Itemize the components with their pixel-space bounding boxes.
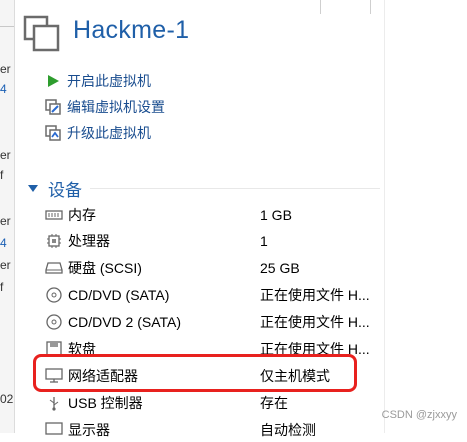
device-value: 自动检测 bbox=[260, 422, 316, 438]
devices-section-header[interactable]: 设备 bbox=[28, 176, 82, 201]
virtual-machine-icon bbox=[23, 15, 60, 52]
device-row-usb-controller[interactable]: USB 控制器 存在 bbox=[44, 391, 384, 415]
panel-divider bbox=[384, 0, 385, 433]
usb-icon bbox=[44, 395, 64, 411]
device-row-cd-dvd[interactable]: CD/DVD (SATA) 正在使用文件 H... bbox=[44, 283, 384, 307]
devices-section-title: 设备 bbox=[48, 181, 82, 200]
device-name: 显示器 bbox=[68, 422, 110, 438]
upgrade-vm-link[interactable]: 升级此虚拟机 bbox=[44, 123, 151, 143]
left-strip-fragment: 4 bbox=[0, 236, 7, 250]
device-row-harddisk[interactable]: 硬盘 (SCSI) 25 GB bbox=[44, 256, 384, 280]
device-row-memory[interactable]: 内存 1 GB bbox=[44, 203, 384, 227]
cd-dvd-icon bbox=[44, 287, 64, 303]
device-value: 正在使用文件 H... bbox=[260, 287, 370, 303]
device-value: 存在 bbox=[260, 395, 288, 411]
upgrade-vm-label: 升级此虚拟机 bbox=[67, 125, 151, 141]
left-strip-fragment: er bbox=[0, 62, 11, 76]
left-strip-fragment: 02 bbox=[0, 392, 14, 406]
device-name: USB 控制器 bbox=[68, 395, 143, 411]
device-row-cd-dvd-2[interactable]: CD/DVD 2 (SATA) 正在使用文件 H... bbox=[44, 310, 384, 334]
floppy-icon bbox=[44, 341, 64, 357]
left-strip-fragment: f bbox=[0, 280, 4, 294]
device-name: CD/DVD (SATA) bbox=[68, 287, 170, 303]
network-adapter-icon bbox=[44, 368, 64, 384]
device-name: 处理器 bbox=[68, 233, 110, 249]
edit-vm-settings-link[interactable]: 编辑虚拟机设置 bbox=[44, 97, 165, 117]
device-value: 仅主机模式 bbox=[260, 368, 330, 384]
device-name: 软盘 bbox=[68, 341, 96, 357]
left-strip-fragment: er bbox=[0, 258, 11, 272]
left-strip-fragment: f bbox=[0, 168, 4, 182]
cpu-icon bbox=[44, 233, 64, 249]
edit-vm-settings-label: 编辑虚拟机设置 bbox=[67, 99, 165, 115]
device-value: 正在使用文件 H... bbox=[260, 314, 370, 330]
edit-settings-icon bbox=[44, 98, 62, 116]
vm-title: Hackme-1 bbox=[73, 16, 190, 44]
left-strip-fragment: 4 bbox=[0, 82, 7, 96]
device-row-network-adapter[interactable]: 网络适配器 仅主机模式 bbox=[44, 364, 384, 388]
memory-icon bbox=[44, 207, 64, 223]
harddisk-icon bbox=[44, 260, 64, 276]
cd-dvd-icon bbox=[44, 314, 64, 330]
device-name: 硬盘 (SCSI) bbox=[68, 260, 142, 276]
device-name: 内存 bbox=[68, 207, 96, 223]
device-value: 1 bbox=[260, 233, 268, 249]
device-row-monitor[interactable]: 显示器 自动检测 bbox=[44, 418, 384, 442]
upgrade-icon bbox=[44, 124, 62, 142]
device-value: 25 GB bbox=[260, 260, 300, 276]
device-name: CD/DVD 2 (SATA) bbox=[68, 314, 182, 330]
left-panel-strip: er 4 er f er 4 er f 02 bbox=[0, 0, 15, 433]
collapse-triangle-icon bbox=[28, 185, 38, 192]
device-value: 1 GB bbox=[260, 207, 292, 223]
watermark: CSDN @zjxxyy bbox=[381, 409, 457, 421]
device-name: 网络适配器 bbox=[68, 368, 138, 384]
device-value: 正在使用文件 H... bbox=[260, 341, 370, 357]
power-on-vm-link[interactable]: 开启此虚拟机 bbox=[44, 71, 151, 91]
left-strip-fragment: er bbox=[0, 148, 11, 162]
device-row-floppy[interactable]: 软盘 正在使用文件 H... bbox=[44, 337, 384, 361]
power-on-vm-label: 开启此虚拟机 bbox=[67, 73, 151, 89]
monitor-icon bbox=[44, 422, 64, 438]
left-strip-fragment: er bbox=[0, 214, 11, 228]
play-icon bbox=[44, 72, 62, 90]
section-divider bbox=[90, 188, 380, 189]
toolbar-edge bbox=[300, 0, 410, 14]
left-strip-divider bbox=[0, 26, 14, 27]
device-row-processor[interactable]: 处理器 1 bbox=[44, 229, 384, 253]
